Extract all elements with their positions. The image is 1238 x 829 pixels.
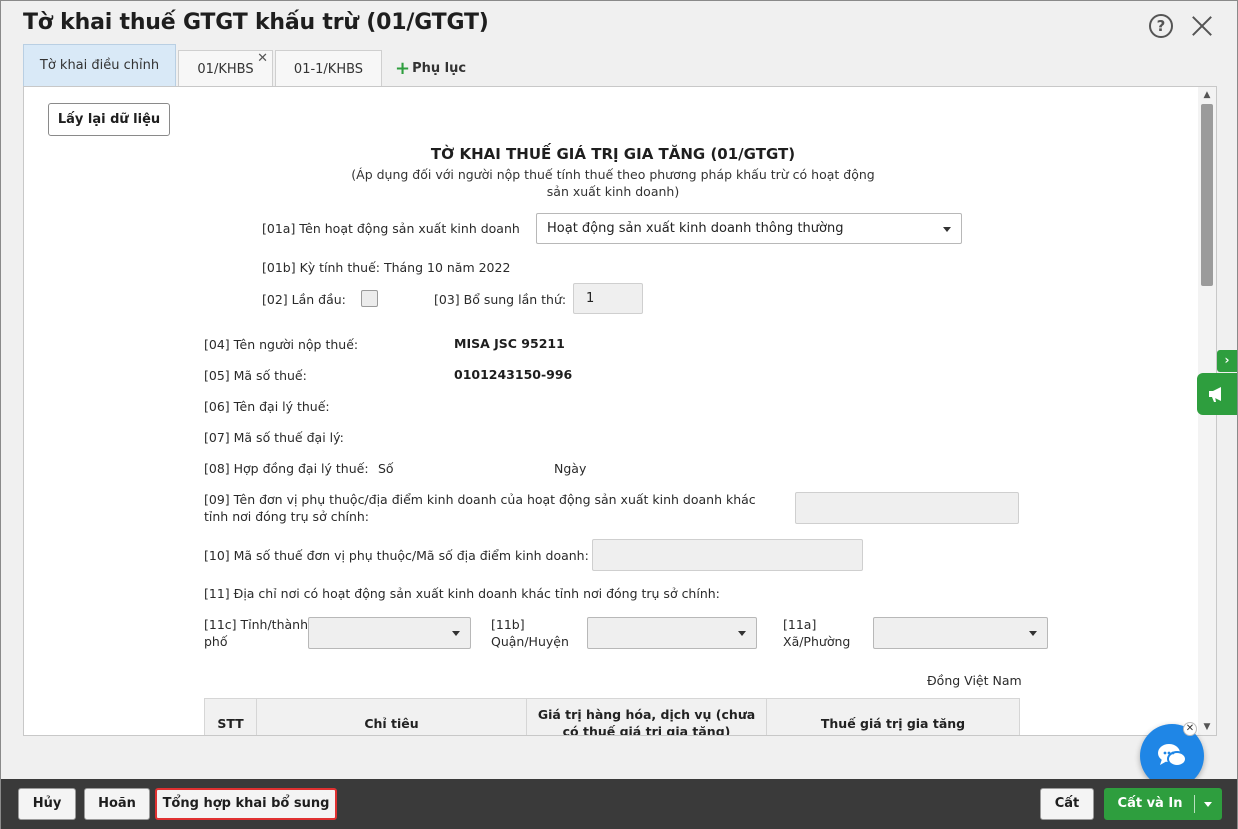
field-02-label: [02] Lần đầu: (262, 292, 346, 307)
field-11a-label: [11a] Xã/Phường (783, 617, 851, 649)
title-bar: Tờ khai thuế GTGT khấu trừ (01/GTGT) ? (1, 1, 1237, 47)
field-09-label: [09] Tên đơn vị phụ thuộc/địa điểm kinh … (204, 492, 756, 524)
refresh-data-button[interactable]: Lấy lại dữ liệu (48, 103, 170, 136)
tab-close-icon[interactable]: ✕ (257, 51, 268, 67)
tab-adjustment-declaration[interactable]: Tờ khai điều chỉnh (23, 44, 176, 87)
chevron-down-icon (738, 631, 746, 636)
scroll-thumb[interactable] (1201, 104, 1213, 286)
tab-label: 01/KHBS (197, 62, 254, 77)
chevron-right-icon[interactable]: › (1217, 350, 1237, 372)
cancel-button[interactable]: Hủy (18, 788, 76, 820)
form-subtitle-line1: (Áp dụng đối với người nộp thuế tính thu… (351, 167, 875, 182)
business-activity-select[interactable]: Hoạt động sản xuất kinh doanh thông thườ… (536, 213, 962, 244)
ward-select[interactable] (873, 617, 1048, 649)
tab-01-1-khbs[interactable]: 01-1/KHBS (275, 50, 382, 87)
scroll-down-icon[interactable]: ▼ (1202, 722, 1212, 732)
chevron-down-icon (452, 631, 460, 636)
field-10-label: [10] Mã số thuế đơn vị phụ thuộc/Mã số đ… (204, 548, 589, 563)
field-11-label: [11] Địa chỉ nơi có hoạt động sản xuất k… (204, 586, 720, 601)
form-subtitle: (Áp dụng đối với người nộp thuế tính thu… (324, 166, 902, 200)
field-07-label: [07] Mã số thuế đại lý: (204, 430, 344, 445)
chevron-down-icon[interactable] (1204, 802, 1212, 807)
form-title: TỜ KHAI THUẾ GIÁ TRỊ GIA TĂNG (01/GTGT) (430, 145, 796, 163)
save-and-print-button[interactable]: Cất và In (1104, 788, 1222, 820)
form-subtitle-line2: sản xuất kinh doanh) (546, 184, 680, 199)
contract-number-label: Số (378, 461, 394, 476)
question-circle-icon[interactable]: ? (1149, 14, 1173, 38)
district-select[interactable] (587, 617, 757, 649)
close-icon[interactable] (1189, 13, 1215, 39)
tax-code-value: 0101243150-996 (454, 367, 573, 382)
field-01a-label: [01a] Tên hoạt động sản xuất kinh doanh (262, 221, 520, 236)
tab-01-khbs[interactable]: 01/KHBS ✕ (178, 50, 273, 87)
split-divider (1194, 795, 1195, 813)
province-select[interactable] (308, 617, 471, 649)
declaration-form-panel: Lấy lại dữ liệu TỜ KHAI THUẾ GIÁ TRỊ GIA… (23, 86, 1217, 736)
footer-toolbar: Hủy Hoãn Tổng hợp khai bổ sung Cất Cất v… (1, 779, 1237, 829)
branch-tax-code-input[interactable] (592, 539, 863, 571)
supplement-number-input[interactable]: 1 (573, 283, 643, 314)
column-header-stt: STT (205, 699, 257, 735)
first-time-checkbox[interactable] (361, 290, 378, 307)
scroll-up-icon[interactable]: ▲ (1202, 90, 1212, 100)
field-04-label: [04] Tên người nộp thuế: (204, 337, 359, 352)
declaration-table-header: STT Chỉ tiêu Giá trị hàng hóa, dịch vụ (… (204, 698, 1020, 735)
column-header-goods-value: Giá trị hàng hóa, dịch vụ (chưa có thuế … (527, 699, 767, 735)
megaphone-icon[interactable] (1197, 373, 1237, 415)
field-11b-label: [11b] Quận/Huyện (491, 617, 569, 649)
save-button[interactable]: Cất (1040, 788, 1094, 820)
business-activity-value: Hoạt động sản xuất kinh doanh thông thườ… (547, 221, 844, 236)
summary-supplement-button[interactable]: Tổng hợp khai bổ sung (155, 788, 337, 820)
branch-name-input[interactable] (795, 492, 1019, 524)
plus-icon: + (395, 58, 411, 79)
save-and-print-label: Cất và In (1117, 796, 1183, 811)
field-08-label: [08] Hợp đồng đại lý thuế: (204, 461, 369, 476)
taxpayer-name-value: MISA JSC 95211 (454, 336, 565, 351)
field-03-label: [03] Bổ sung lần thứ: (434, 292, 567, 307)
tax-declaration-window: Tờ khai thuế GTGT khấu trừ (01/GTGT) ? T… (0, 0, 1238, 829)
field-11c-label: [11c] Tỉnh/thành phố (204, 617, 308, 649)
tab-label: Tờ khai điều chỉnh (39, 58, 160, 73)
add-appendix-button[interactable]: + Phụ lục (395, 58, 466, 79)
add-appendix-label: Phụ lục (412, 61, 467, 76)
contract-date-label: Ngày (554, 461, 587, 476)
chevron-down-icon (943, 226, 951, 232)
chat-close-icon[interactable]: ✕ (1183, 722, 1197, 736)
field-06-label: [06] Tên đại lý thuế: (204, 399, 330, 414)
column-header-indicator: Chỉ tiêu (257, 699, 527, 735)
chevron-down-icon (1029, 631, 1037, 636)
currency-note: Đồng Việt Nam (927, 673, 1022, 688)
postpone-button[interactable]: Hoãn (84, 788, 150, 820)
column-header-vat: Thuế giá trị gia tăng (820, 715, 966, 731)
window-title: Tờ khai thuế GTGT khấu trừ (01/GTGT) (23, 10, 489, 35)
field-01b-label: [01b] Kỳ tính thuế: Tháng 10 năm 2022 (262, 260, 511, 275)
field-05-label: [05] Mã số thuế: (204, 368, 307, 383)
tab-label: 01-1/KHBS (293, 62, 364, 77)
